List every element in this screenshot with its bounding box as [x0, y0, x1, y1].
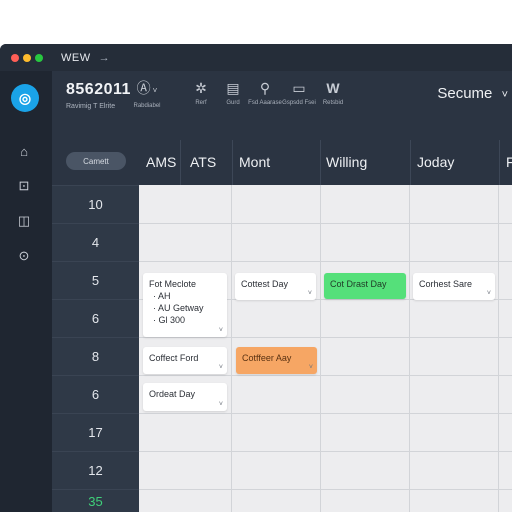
- sidebar: ◎ ⌂ ⊡ ◫ ⊙: [0, 71, 52, 512]
- forward-arrow-icon[interactable]: →: [99, 52, 110, 64]
- files-icon[interactable]: ◫: [15, 212, 33, 230]
- time-slot-label: 4: [52, 223, 139, 261]
- column-header[interactable]: Joday: [417, 154, 454, 170]
- toolbar: 8562011 Ravimig T Elrite Ⓐ ˅ Rabdiabel ✲ …: [52, 71, 512, 131]
- chevron-down-icon[interactable]: ˅: [487, 290, 491, 297]
- grid-column-line: [320, 185, 321, 512]
- gear-icon: ✲: [195, 80, 207, 96]
- event-card[interactable]: Coffect Ford ˅: [143, 347, 227, 374]
- event-card[interactable]: Fot Meclote · AH · AU Getway · Gl 300 ˅: [143, 273, 227, 337]
- grid-row-line: [139, 375, 512, 376]
- event-title: Cotffeer Aay: [242, 353, 292, 363]
- event-card[interactable]: Ordeat Day ˅: [143, 383, 227, 411]
- time-slot-label: 12: [52, 451, 139, 489]
- calendar-title: 8562011: [66, 81, 131, 98]
- chevron-down-icon[interactable]: ˅: [309, 364, 313, 371]
- column-divider: [410, 140, 411, 185]
- settings-icon[interactable]: ⊙: [15, 247, 33, 265]
- time-slot-label: 6: [52, 299, 139, 337]
- window-title: WEW: [61, 51, 91, 64]
- tool-label: Retsbid: [322, 100, 344, 106]
- time-slot-label: 8: [52, 337, 139, 375]
- event-detail: · Gl 300: [153, 315, 186, 325]
- time-column: 10 4 5 6 8 6 17 12 35: [52, 185, 139, 512]
- tool-button-display[interactable]: ▭ Gspsdd Fsei: [282, 79, 316, 107]
- time-slot-label: 10: [52, 185, 139, 223]
- calendar-grid[interactable]: Fot Meclote · AH · AU Getway · Gl 300 ˅ …: [139, 185, 512, 512]
- event-card[interactable]: Cotffeer Aay ˅: [236, 347, 317, 374]
- column-header[interactable]: F: [506, 154, 512, 170]
- tool-label: Rerf: [195, 100, 207, 106]
- column-divider: [320, 140, 321, 185]
- search-icon: ⚲: [259, 80, 271, 96]
- grid-column-line: [498, 185, 499, 512]
- grid-row-line: [139, 489, 512, 490]
- tool-button-gurd[interactable]: ▤ Gurd: [216, 79, 250, 107]
- minimize-window-button[interactable]: [23, 53, 31, 62]
- column-header[interactable]: Willing: [326, 154, 367, 170]
- event-title: Corhest Sare: [419, 279, 473, 289]
- event-title: Cottest Day: [241, 279, 289, 289]
- column-header[interactable]: AMS: [146, 154, 176, 170]
- app-logo-icon[interactable]: ◎: [11, 84, 39, 112]
- time-slot-label: 17: [52, 413, 139, 451]
- grid-row-line: [139, 337, 512, 338]
- grid-row-line: [139, 261, 512, 262]
- chevron-down-icon[interactable]: ˅: [308, 290, 312, 297]
- event-title: Ordeat Day: [149, 389, 196, 399]
- column-divider: [232, 140, 233, 185]
- chevron-down-icon[interactable]: ˅: [219, 364, 223, 371]
- event-card[interactable]: Corhest Sare ˅: [413, 273, 495, 300]
- column-divider: [180, 140, 181, 185]
- title-bar: WEW →: [0, 44, 512, 71]
- event-card[interactable]: Cot Drast Day: [324, 273, 406, 299]
- close-window-button[interactable]: [11, 53, 19, 62]
- event-detail: · AU Getway: [153, 303, 204, 313]
- event-title: Cot Drast Day: [330, 279, 387, 289]
- account-label: Rabdiabel: [133, 103, 161, 109]
- maximize-window-button[interactable]: [35, 53, 43, 62]
- chevron-down-icon: ˅: [501, 89, 508, 101]
- chevron-down-icon[interactable]: ˅: [219, 327, 223, 334]
- tool-label: Gurd: [226, 100, 240, 106]
- event-detail: · AH: [153, 291, 171, 301]
- view-selector-value: Secume: [437, 85, 493, 102]
- column-header[interactable]: ATS: [190, 154, 216, 170]
- grid-row-line: [139, 413, 512, 414]
- column-header[interactable]: Mont: [239, 154, 270, 170]
- w-icon: W: [326, 80, 340, 96]
- account-icon: Ⓐ ˅: [136, 80, 158, 96]
- tool-button-search[interactable]: ⚲ Fsd Aaarase: [248, 79, 282, 107]
- time-slot-label: 6: [52, 375, 139, 413]
- tool-label: Gspsdd Fsei: [282, 100, 316, 106]
- monitor-icon: ▭: [292, 80, 306, 96]
- column-divider: [499, 140, 500, 185]
- grid-column-line: [409, 185, 410, 512]
- tool-button-rerf[interactable]: ✲ Rerf: [184, 79, 218, 107]
- calendar-icon[interactable]: ⊡: [15, 177, 33, 195]
- calendar-subtitle: Ravimig T Elrite: [66, 103, 116, 110]
- event-title: Coffect Ford: [149, 353, 199, 363]
- today-button[interactable]: Camett: [66, 152, 126, 170]
- calendar-window: WEW → ◎ ⌂ ⊡ ◫ ⊙ 8562011 Ravimig T Elrite…: [0, 44, 512, 512]
- time-slot-label: 5: [52, 261, 139, 299]
- view-selector-dropdown[interactable]: Secume ˅: [437, 85, 508, 102]
- time-slot-label-current: 35: [52, 489, 139, 512]
- event-title: Fot Meclote: [149, 279, 197, 289]
- tool-button-retsbid[interactable]: W Retsbid: [316, 79, 350, 107]
- chevron-down-icon[interactable]: ˅: [219, 401, 223, 408]
- clipboard-icon: ▤: [226, 80, 240, 96]
- grid-row-line: [139, 451, 512, 452]
- home-icon[interactable]: ⌂: [15, 142, 33, 160]
- grid-column-line: [231, 185, 232, 512]
- account-menu-button[interactable]: Ⓐ ˅ Rabdiabel: [130, 79, 164, 110]
- grid-row-line: [139, 223, 512, 224]
- day-header-row: Camett AMS ATS Mont Willing Joday F: [52, 140, 512, 185]
- event-card[interactable]: Cottest Day ˅: [235, 273, 316, 300]
- tool-label: Fsd Aaarase: [248, 100, 282, 106]
